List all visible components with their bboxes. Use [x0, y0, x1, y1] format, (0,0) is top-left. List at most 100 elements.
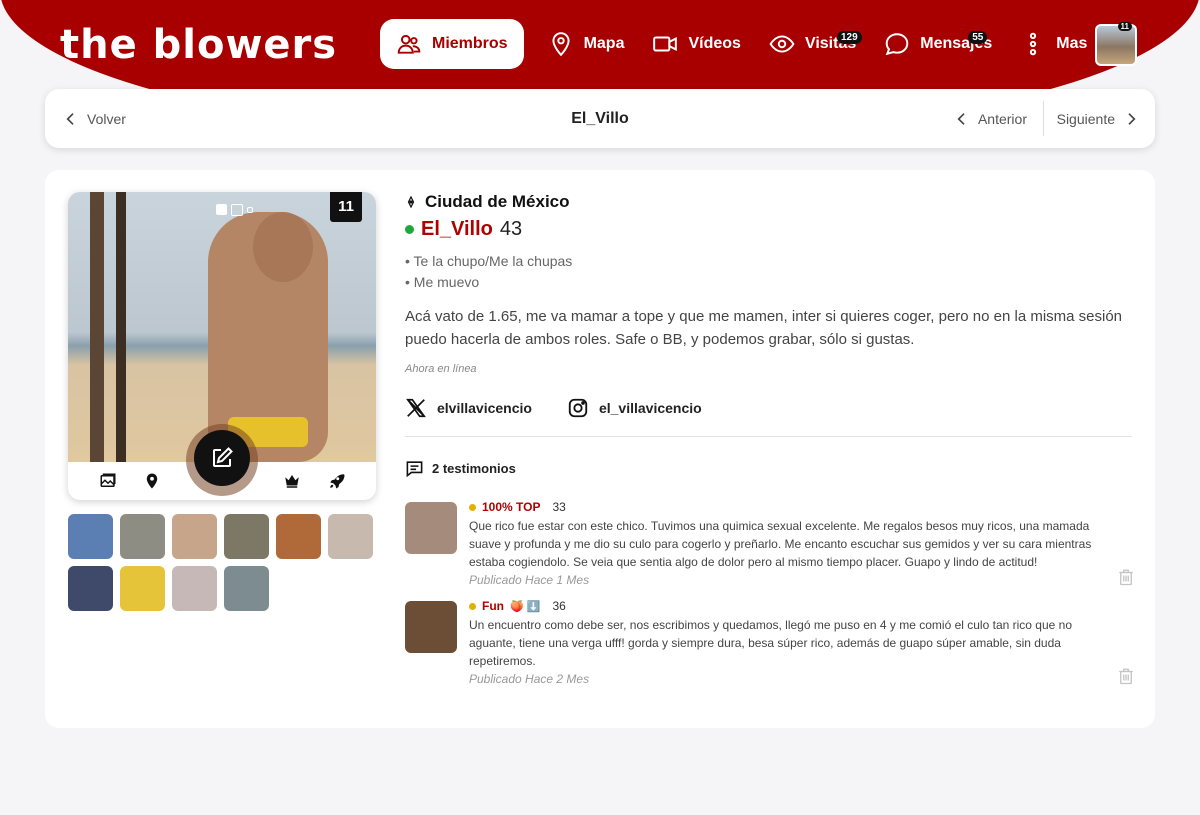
nav-videos-label: Vídeos: [688, 35, 741, 52]
map-pin-icon: [552, 32, 570, 57]
twitter-handle: elvillavicencio: [437, 400, 532, 416]
chevron-right-icon: [1128, 112, 1136, 125]
profile-info: Ciudad de México El_Villo 43 • Te la chu…: [405, 192, 1135, 686]
members-icon: [397, 34, 421, 54]
testimonial-body: 100% TOP 33 Que rico fue estar con este …: [469, 500, 1135, 587]
profile-tag: • Me muevo: [405, 274, 480, 290]
instagram-handle: el_villavicencio: [598, 400, 702, 416]
pager-dot[interactable]: [247, 207, 253, 213]
profile-subnav: Volver El_Villo Anterior Siguiente: [45, 89, 1155, 148]
photo-post: [90, 192, 104, 462]
profile-tag-label: Me muevo: [413, 274, 480, 290]
logo[interactable]: the blowers: [60, 22, 337, 68]
testimonial-body: Fun 🍑 ⬇️ 36 Un encuentro como debe ser, …: [469, 599, 1135, 686]
testimonial-role: Fun: [482, 599, 504, 613]
online-status: Ahora en línea: [405, 363, 477, 375]
edit-icon: [213, 447, 233, 467]
photo-pager-dots[interactable]: [216, 204, 253, 216]
more-vertical-icon: [1030, 32, 1037, 56]
photo-thumbnail[interactable]: [224, 514, 269, 559]
edit-profile-button[interactable]: [186, 424, 258, 496]
trash-icon[interactable]: [1117, 567, 1135, 587]
profile-card: 11 Ciudad de México El_Villo 43 • Te la …: [45, 170, 1155, 728]
name-line: El_Villo 43: [405, 218, 1135, 241]
pager-dot[interactable]: [216, 204, 227, 215]
crown-icon[interactable]: [283, 472, 301, 490]
visits-badge: 129: [836, 31, 862, 44]
testimonial-emoji: 🍑 ⬇️: [510, 600, 541, 613]
testimonial: 100% TOP 33 Que rico fue estar con este …: [405, 500, 1135, 587]
photo-figure-head: [253, 212, 313, 282]
photo-thumbnail[interactable]: [224, 566, 269, 611]
user-avatar[interactable]: 11: [1095, 22, 1137, 66]
testimonial-avatar[interactable]: [405, 502, 457, 554]
comment-icon: [406, 461, 423, 478]
nav-map[interactable]: Mapa: [534, 19, 639, 69]
location-line: Ciudad de México: [405, 192, 1135, 212]
photo-thumbnail[interactable]: [68, 514, 113, 559]
testimonial-meta: Fun 🍑 ⬇️ 36: [469, 599, 1135, 613]
twitter-link[interactable]: elvillavicencio: [405, 397, 532, 419]
edit-button-inner: [194, 430, 250, 486]
online-indicator: [405, 225, 414, 234]
profile-tags: • Te la chupo/Me la chupas • Me muevo: [405, 251, 1135, 293]
social-links: elvillavicencio el_villavicencio: [405, 397, 1132, 437]
testimonial-date: Publicado Hace 1 Mes: [469, 573, 590, 587]
photo-thumbnail[interactable]: [328, 514, 373, 559]
pager-dot[interactable]: [231, 204, 243, 216]
photo-thumbnail[interactable]: [276, 514, 321, 559]
main-nav: Miembros Mapa Vídeos Visitas 129 Mensaje…: [380, 19, 1101, 69]
testimonials-count: 2 testimonios: [432, 461, 516, 476]
instagram-link[interactable]: el_villavicencio: [567, 397, 702, 419]
main-photo-card: 11: [68, 192, 376, 500]
testimonial: Fun 🍑 ⬇️ 36 Un encuentro como debe ser, …: [405, 599, 1135, 686]
city-label: Ciudad de México: [425, 192, 570, 211]
nav-videos[interactable]: Vídeos: [638, 19, 754, 69]
profile-tag-label: Te la chupo/Me la chupas: [413, 253, 573, 269]
testimonial-role: 100% TOP: [482, 500, 541, 514]
testimonial-avatar[interactable]: [405, 601, 457, 653]
testimonial-meta: 100% TOP 33: [469, 500, 1135, 514]
nav-members-label: Miembros: [432, 35, 508, 52]
photo-count-badge: 11: [330, 192, 362, 222]
nav-more[interactable]: Mas: [1006, 19, 1101, 69]
photo-thumbnail[interactable]: [120, 566, 165, 611]
photo-thumbnail[interactable]: [172, 566, 217, 611]
nav-messages[interactable]: Mensajes 55: [870, 19, 1006, 69]
subnav-divider: [1043, 101, 1044, 136]
messages-badge: 55: [968, 31, 988, 44]
location-icon[interactable]: [143, 472, 161, 490]
instagram-icon: [568, 398, 588, 418]
photo-post: [116, 192, 126, 462]
nav-members[interactable]: Miembros: [380, 19, 524, 69]
nav-map-label: Mapa: [583, 35, 625, 52]
next-label: Siguiente: [1056, 110, 1115, 127]
gallery-icon[interactable]: [99, 472, 117, 490]
next-button[interactable]: Siguiente: [1057, 89, 1139, 148]
photo-thumbnails: [68, 514, 378, 611]
bio-text: Acá vato de 1.65, me va mamar a tope y q…: [405, 308, 1123, 348]
status-dot: [469, 602, 476, 610]
nav-visits[interactable]: Visitas 129: [755, 19, 870, 69]
testimonials-heading: 2 testimonios: [405, 459, 1135, 478]
previous-label: Anterior: [977, 110, 1027, 127]
eye-icon: [769, 35, 795, 53]
testimonial-text: Un encuentro como debe ser, nos escribim…: [469, 618, 1072, 668]
previous-button[interactable]: Anterior: [954, 89, 1027, 148]
chevron-left-icon: [957, 112, 965, 125]
testimonial-text: Que rico fue estar con este chico. Tuvim…: [469, 519, 1092, 569]
photo-thumbnail[interactable]: [120, 514, 165, 559]
age: 43: [499, 218, 523, 240]
x-twitter-icon: [406, 398, 426, 418]
rocket-icon[interactable]: [328, 472, 346, 490]
profile-tag: • Te la chupo/Me la chupas: [405, 253, 573, 269]
photo-thumbnail[interactable]: [172, 514, 217, 559]
crosshair-icon: [407, 196, 415, 208]
video-icon: [653, 36, 678, 52]
testimonial-date: Publicado Hace 2 Mes: [469, 672, 590, 686]
nav-more-label: Mas: [1056, 35, 1088, 52]
chat-bubble-icon: [885, 33, 909, 56]
main-photo[interactable]: 11: [68, 192, 376, 462]
photo-thumbnail[interactable]: [68, 566, 113, 611]
trash-icon[interactable]: [1117, 666, 1135, 686]
